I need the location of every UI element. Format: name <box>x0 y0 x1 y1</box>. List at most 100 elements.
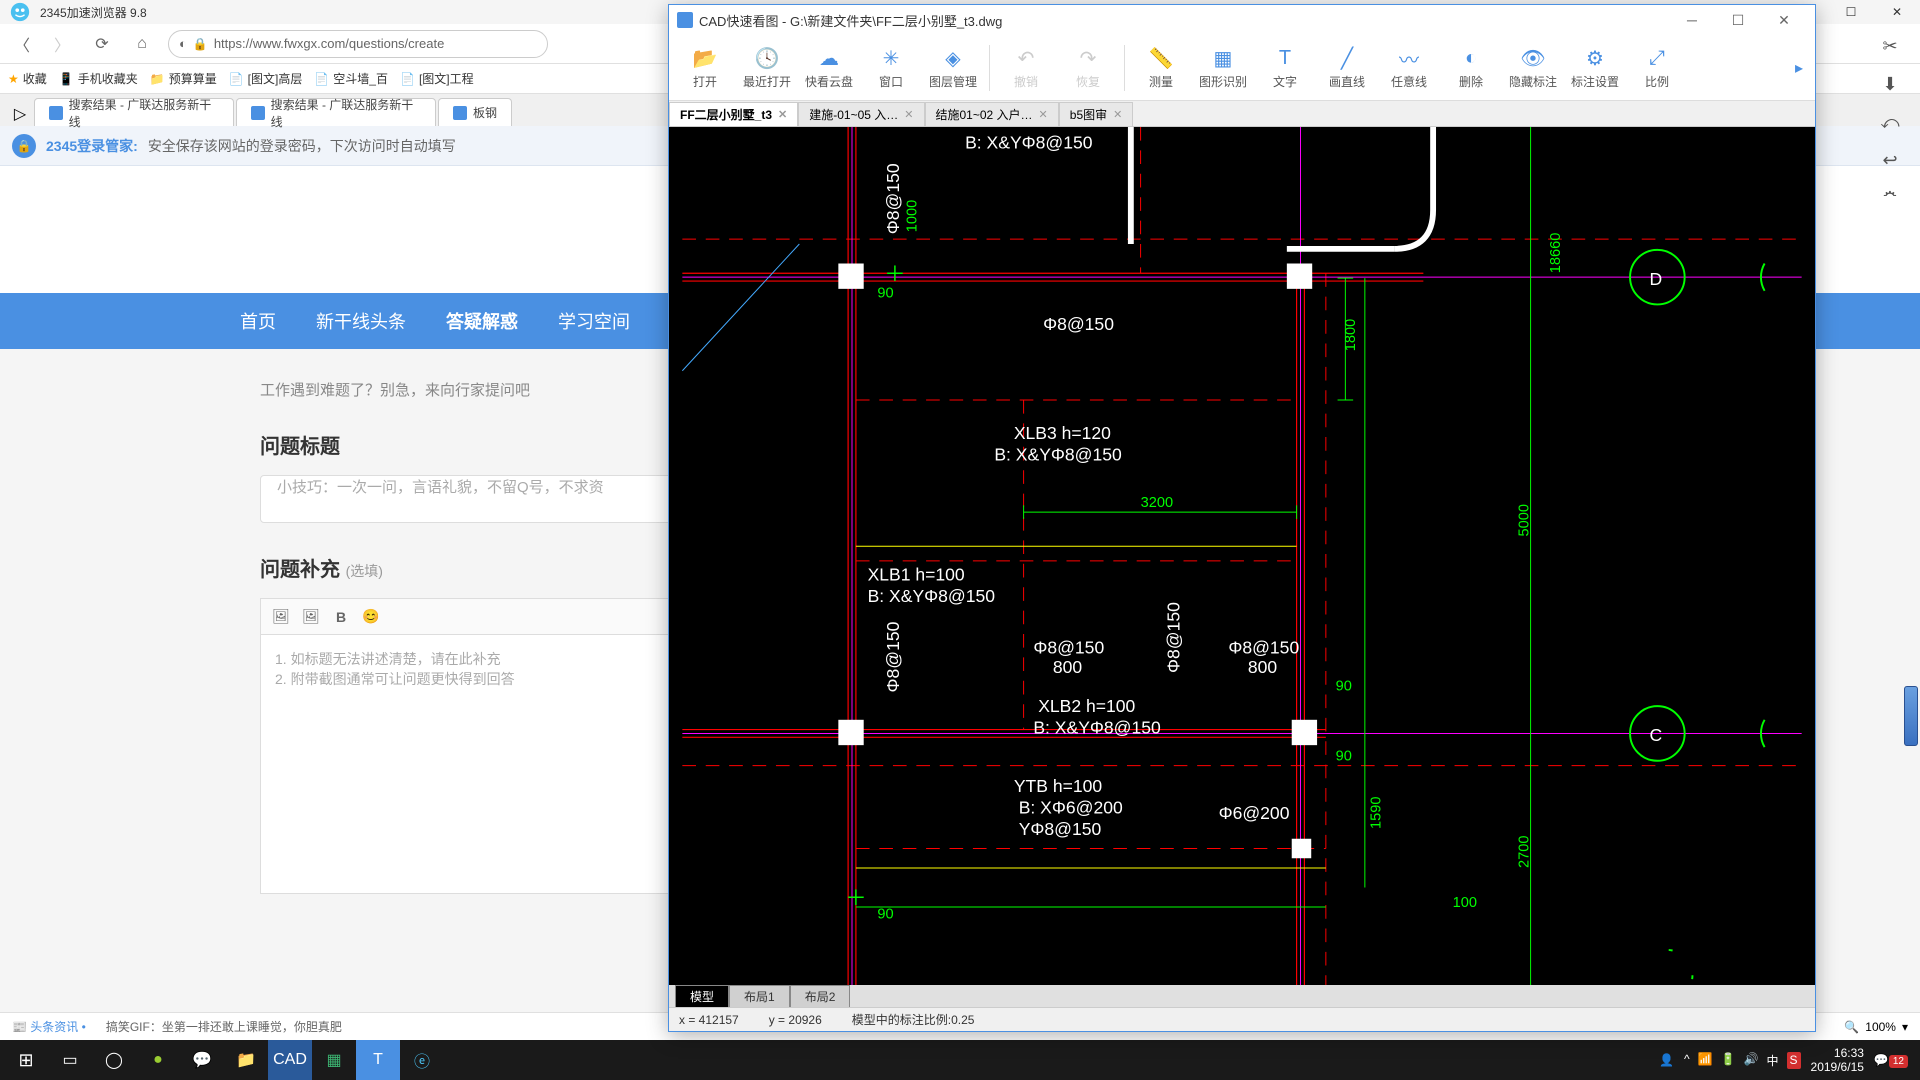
line-icon: ╱ <box>1334 45 1360 71</box>
bookmark-item[interactable]: 📄空斗墙_百 <box>314 70 388 87</box>
tabs-overflow-icon[interactable]: ▷ <box>8 102 32 126</box>
svg-text:800: 800 <box>1248 657 1278 677</box>
cad-close-button[interactable]: ✕ <box>1761 5 1807 35</box>
tray-icons: ^ 📶 🔋 🔊 中 S <box>1684 1052 1801 1069</box>
svg-text:90: 90 <box>1336 749 1352 765</box>
cad-tool-window[interactable]: ✳窗口 <box>861 41 921 94</box>
cortana-icon[interactable]: ◯ <box>92 1040 136 1080</box>
svg-text:Φ8@150: Φ8@150 <box>1033 638 1104 658</box>
cad-tool-recent[interactable]: 🕓最近打开 <box>737 41 797 94</box>
layout-tab-1[interactable]: 布局1 <box>729 985 790 1008</box>
window-icon: ✳ <box>878 45 904 71</box>
cad-maximize-button[interactable]: ☐ <box>1715 5 1761 35</box>
svg-text:90: 90 <box>877 286 893 302</box>
news-headline[interactable]: 搞笑GIF：坐第一排还敢上课睡觉，你胆真肥 <box>106 1018 342 1035</box>
tab-close-icon[interactable]: ✕ <box>778 108 787 121</box>
svg-text:XLB2 h=100: XLB2 h=100 <box>1038 696 1135 716</box>
taskbar-app[interactable]: 💬 <box>180 1040 224 1080</box>
tab-close-icon[interactable]: ✕ <box>1113 108 1122 121</box>
cad-tool-text[interactable]: T文字 <box>1255 41 1315 94</box>
cad-doc-tab[interactable]: 结施01~02 入户…✕ <box>925 102 1059 126</box>
tab-close-icon[interactable]: ✕ <box>1039 108 1048 121</box>
browser-title: 2345加速浏览器 9.8 <box>40 4 147 21</box>
editor-bold-button[interactable]: B <box>331 607 351 627</box>
reload-button[interactable]: ⟳ <box>88 30 116 58</box>
cad-tool-layers[interactable]: ◈图层管理 <box>923 41 983 94</box>
taskbar-cad-app[interactable]: CAD <box>268 1040 312 1080</box>
browser-tab[interactable]: 搜索结果 - 广联达服务新干线 <box>236 98 436 126</box>
file-explorer-icon[interactable]: 📁 <box>224 1040 268 1080</box>
cad-tool-scale[interactable]: ⤢比例 <box>1627 41 1687 94</box>
svg-text:2700: 2700 <box>1517 835 1533 868</box>
cad-tool-hide-annot[interactable]: 👁隐藏标注 <box>1503 41 1563 94</box>
news-tag[interactable]: 📰 头条资讯 • <box>12 1018 86 1035</box>
forward-button[interactable]: 〉 <box>48 30 76 58</box>
cad-tool-annot-settings[interactable]: ⚙标注设置 <box>1565 41 1625 94</box>
bookmark-item[interactable]: 📄[图文]高层 <box>229 70 303 87</box>
cad-tool-open[interactable]: 📂打开 <box>675 41 735 94</box>
folder-open-icon: 📂 <box>692 45 718 71</box>
cad-tool-polyline[interactable]: 〰任意线 <box>1379 41 1439 94</box>
svg-text:18660: 18660 <box>1548 233 1564 274</box>
favorites-button[interactable]: ★收藏 <box>8 70 47 87</box>
editor-image-icon[interactable]: 🖼 <box>271 607 291 627</box>
taskbar-app[interactable]: T <box>356 1040 400 1080</box>
cad-doc-tab[interactable]: 建施-01~05 入…✕ <box>798 102 924 126</box>
cad-tool-line[interactable]: ╱画直线 <box>1317 41 1377 94</box>
browser-tab[interactable]: 板钢 <box>438 98 512 126</box>
svg-text:Φ8@150: Φ8@150 <box>883 163 903 234</box>
svg-text:YΦ8@150: YΦ8@150 <box>1019 819 1102 839</box>
cad-minimize-button[interactable]: ─ <box>1669 5 1715 35</box>
taskbar-app[interactable]: ▦ <box>312 1040 356 1080</box>
nav-home[interactable]: 首页 <box>240 308 276 334</box>
nav-qa[interactable]: 答疑解惑 <box>446 308 518 334</box>
taskbar-app[interactable]: ● <box>136 1040 180 1080</box>
cad-tool-delete[interactable]: ◐删除 <box>1441 41 1501 94</box>
browser-tab[interactable]: 搜索结果 - 广联达服务新干线 <box>34 98 234 126</box>
taskbar-browser-icon[interactable]: ⓔ <box>400 1040 444 1080</box>
tray-up-icon[interactable]: ^ <box>1684 1052 1690 1069</box>
cad-tool-cloud[interactable]: ☁快看云盘 <box>799 41 859 94</box>
cad-canvas[interactable]: D C B: X&YΦ8@150 Φ8@150 XLB3 h=120 B: X&… <box>669 127 1815 985</box>
maximize-button[interactable]: ☐ <box>1828 0 1874 24</box>
nav-study[interactable]: 学习空间 <box>558 308 630 334</box>
svg-text:Φ8@150: Φ8@150 <box>1164 602 1184 673</box>
scissors-icon[interactable]: ✂ <box>1878 34 1902 58</box>
back-button[interactable]: 〈 <box>8 30 36 58</box>
toolbar-overflow-icon[interactable]: ▸ <box>1795 58 1809 78</box>
tray-wifi-icon[interactable]: 📶 <box>1698 1052 1713 1069</box>
download-icon[interactable]: ⬇ <box>1878 72 1902 96</box>
status-x: x = 412157 <box>679 1013 739 1027</box>
cad-tool-recognize[interactable]: ▦图形识别 <box>1193 41 1253 94</box>
home-button[interactable]: ⌂ <box>128 30 156 58</box>
bookmark-item[interactable]: 📱手机收藏夹 <box>59 70 138 87</box>
tray-battery-icon[interactable]: 🔋 <box>1721 1052 1736 1069</box>
task-view-icon[interactable]: ▭ <box>48 1040 92 1080</box>
cad-tool-measure[interactable]: 📏测量 <box>1131 41 1191 94</box>
notification-icon[interactable]: 💬12 <box>1874 1053 1908 1067</box>
tray-people-icon[interactable]: 👤 <box>1659 1053 1674 1067</box>
tab-close-icon[interactable]: ✕ <box>904 108 913 121</box>
scrollbar-thumb[interactable] <box>1904 686 1918 746</box>
editor-emoji-icon[interactable]: 😊 <box>361 607 381 627</box>
redo-icon: ↷ <box>1075 45 1101 71</box>
nav-headlines[interactable]: 新干线头条 <box>316 308 406 334</box>
bookmark-item[interactable]: 📁预算算量 <box>150 70 217 87</box>
url-bar[interactable]: ◐ 🔒 https://www.fwxgx.com/questions/crea… <box>168 30 548 58</box>
cad-titlebar[interactable]: CAD快速看图 - G:\新建文件夹\FF二层小别墅_t3.dwg ─ ☐ ✕ <box>669 5 1815 35</box>
tray-ime2-icon[interactable]: S <box>1787 1052 1801 1069</box>
layout-tab-2[interactable]: 布局2 <box>790 985 851 1008</box>
tray-volume-icon[interactable]: 🔊 <box>1744 1052 1759 1069</box>
cad-doc-tab[interactable]: b5图审✕ <box>1059 102 1134 126</box>
layout-tab-model[interactable]: 模型 <box>675 985 729 1008</box>
close-button[interactable]: ✕ <box>1874 0 1920 24</box>
undo-icon[interactable]: ↩ <box>1878 148 1902 172</box>
start-button[interactable]: ⊞ <box>4 1040 48 1080</box>
tray-clock[interactable]: 16:33 2019/6/15 <box>1811 1046 1864 1075</box>
bookmark-item[interactable]: 📄[图文]工程 <box>400 70 474 87</box>
zoom-indicator[interactable]: 🔍 100% ▾ <box>1844 1020 1908 1034</box>
tray-ime-icon[interactable]: 中 <box>1767 1052 1779 1069</box>
editor-image2-icon[interactable]: 🖼 <box>301 607 321 627</box>
cad-doc-tab[interactable]: FF二层小别墅_t3✕ <box>669 102 798 126</box>
restore-icon[interactable]: ⤺ <box>1878 110 1902 134</box>
